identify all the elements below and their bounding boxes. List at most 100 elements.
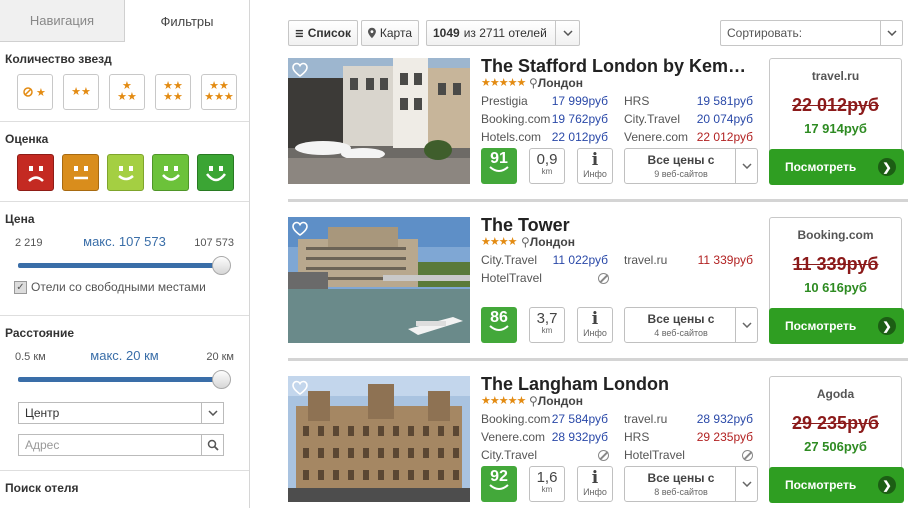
chevron-down-icon[interactable]: [555, 21, 579, 45]
best-offer-box: Booking.com 11 339руб 10 616руб Посмотре…: [769, 217, 904, 344]
all-prices-dropdown[interactable]: Все цены с 4 веб-сайтов: [624, 307, 758, 343]
hotel-city: ⚲Лондон: [521, 235, 575, 249]
price-max-label: 107 573: [194, 237, 234, 249]
stars-filter-5-button[interactable]: ★★ ★★★: [201, 74, 237, 110]
stars-filter-3-button[interactable]: ★ ★★: [109, 74, 145, 110]
provider-name[interactable]: Venere.com: [624, 130, 688, 144]
best-offer-box: Agoda 29 235руб 27 506руб Посмотреть ❯: [769, 376, 904, 503]
provider-price[interactable]: 19 581руб: [683, 94, 753, 108]
provider-name[interactable]: Prestigia: [481, 94, 528, 108]
heart-icon[interactable]: [292, 62, 308, 78]
provider-name[interactable]: City.Travel: [624, 112, 680, 126]
distance-filter-section: Расстояние 0.5 км макс. 20 км 20 км Цент…: [0, 316, 249, 471]
rating-average-button[interactable]: [62, 154, 99, 191]
provider-name[interactable]: City.Travel: [481, 448, 537, 462]
search-icon[interactable]: [201, 435, 223, 455]
info-button[interactable]: i Инфо: [577, 466, 613, 502]
chevron-right-icon: ❯: [878, 476, 896, 494]
heart-icon[interactable]: [292, 221, 308, 237]
provider-price[interactable]: 27 584руб: [538, 412, 608, 426]
rating-good-button[interactable]: [107, 154, 144, 191]
stars-filter-none-button[interactable]: ★: [17, 74, 53, 110]
provider-name[interactable]: HRS: [624, 94, 649, 108]
hotel-search-section: Поиск отеля: [0, 471, 249, 508]
provider-price[interactable]: 20 074руб: [683, 112, 753, 126]
provider-name[interactable]: Venere.com: [481, 430, 545, 444]
unavailable-icon: [742, 450, 753, 461]
tab-filters[interactable]: Фильтры: [125, 0, 249, 42]
rating-score-badge[interactable]: 92: [481, 466, 517, 502]
rating-very-good-button[interactable]: [152, 154, 189, 191]
distance-slider-handle[interactable]: [212, 370, 231, 389]
rating-excellent-button[interactable]: [197, 154, 234, 191]
view-deal-button[interactable]: Посмотреть ❯: [769, 149, 904, 185]
chevron-down-icon[interactable]: [735, 467, 757, 501]
provider-price[interactable]: 28 932руб: [538, 430, 608, 444]
distance-reference-select[interactable]: Центр: [18, 402, 224, 424]
results-count-dropdown[interactable]: 1049 из 2711 отелей: [426, 20, 580, 46]
sort-select[interactable]: Сортировать:: [720, 20, 903, 46]
provider-price[interactable]: 29 235руб: [683, 430, 753, 444]
map-view-button[interactable]: Карта: [361, 20, 419, 46]
stars-filter-2-button[interactable]: ★★: [63, 74, 99, 110]
provider-price[interactable]: 22 012руб: [538, 130, 608, 144]
all-prices-dropdown[interactable]: Все цены с 9 веб-сайтов: [624, 148, 758, 184]
heart-icon[interactable]: [292, 380, 308, 396]
hotel-photo[interactable]: [288, 217, 470, 343]
map-pin-icon: [368, 27, 376, 39]
provider-name[interactable]: Hotels.com: [481, 130, 541, 144]
provider-price[interactable]: 11 339руб: [683, 253, 753, 267]
price-filter-section: Цена 2 219 макс. 107 573 107 573 ✓ Отели…: [0, 202, 249, 316]
hotel-photo[interactable]: [288, 376, 470, 502]
hotel-name[interactable]: The Stafford London by Kem…: [481, 56, 751, 77]
price-slider-handle[interactable]: [212, 256, 231, 275]
provider-name[interactable]: HRS: [624, 430, 649, 444]
provider-name[interactable]: HotelTravel: [481, 271, 542, 285]
hotel-name[interactable]: The Tower: [481, 215, 751, 236]
tab-navigation[interactable]: Навигация: [0, 0, 125, 42]
view-deal-button[interactable]: Посмотреть ❯: [769, 308, 904, 344]
address-input[interactable]: Адрес: [18, 434, 224, 456]
hotel-city: ⚲Лондон: [529, 394, 583, 408]
price-slider-track[interactable]: [18, 263, 221, 268]
distance-slider[interactable]: [18, 370, 231, 390]
price-slider[interactable]: [18, 256, 231, 276]
provider-price[interactable]: 22 012руб: [683, 130, 753, 144]
provider-price[interactable]: 11 022руб: [538, 253, 608, 267]
info-button[interactable]: i Инфо: [577, 307, 613, 343]
stars-filter-4-button[interactable]: ★★ ★★: [155, 74, 191, 110]
best-offer-site: Booking.com: [797, 228, 874, 242]
provider-price[interactable]: 17 999руб: [538, 94, 608, 108]
hotel-name[interactable]: The Langham London: [481, 374, 751, 395]
map-pin-icon: ⚲: [529, 76, 538, 90]
best-offer-box: travel.ru 22 012руб 17 914руб Посмотреть…: [769, 58, 904, 185]
hotel-stars: ★★★★★: [481, 395, 526, 407]
chevron-down-icon[interactable]: [735, 149, 757, 183]
provider-name[interactable]: travel.ru: [624, 253, 667, 267]
provider-price[interactable]: 28 932руб: [683, 412, 753, 426]
available-rooms-checkbox[interactable]: ✓: [14, 280, 27, 294]
list-icon: [295, 29, 303, 37]
info-button[interactable]: i Инфо: [577, 148, 613, 184]
provider-price[interactable]: 19 762руб: [538, 112, 608, 126]
provider-name[interactable]: HotelTravel: [624, 448, 685, 462]
svg-text:★: ★: [36, 87, 46, 99]
provider-name[interactable]: travel.ru: [624, 412, 667, 426]
rating-score-badge[interactable]: 86: [481, 307, 517, 343]
no-stars-icon: ★: [23, 87, 46, 99]
unavailable-icon: [598, 450, 609, 461]
info-icon: i: [591, 468, 599, 488]
all-prices-dropdown[interactable]: Все цены с 8 веб-сайтов: [624, 466, 758, 502]
chevron-down-icon[interactable]: [735, 308, 757, 342]
view-deal-button[interactable]: Посмотреть ❯: [769, 467, 904, 503]
rating-score-badge[interactable]: 91: [481, 148, 517, 184]
rating-bad-button[interactable]: [17, 154, 54, 191]
list-view-button[interactable]: Список: [288, 20, 358, 46]
provider-name[interactable]: City.Travel: [481, 253, 537, 267]
hotel-photo[interactable]: [288, 58, 470, 184]
star-icon: ★★: [71, 85, 91, 98]
distance-slider-track[interactable]: [18, 377, 221, 382]
chevron-down-icon[interactable]: [201, 403, 223, 423]
chevron-down-icon[interactable]: [880, 21, 902, 45]
best-offer-site: travel.ru: [811, 69, 860, 83]
